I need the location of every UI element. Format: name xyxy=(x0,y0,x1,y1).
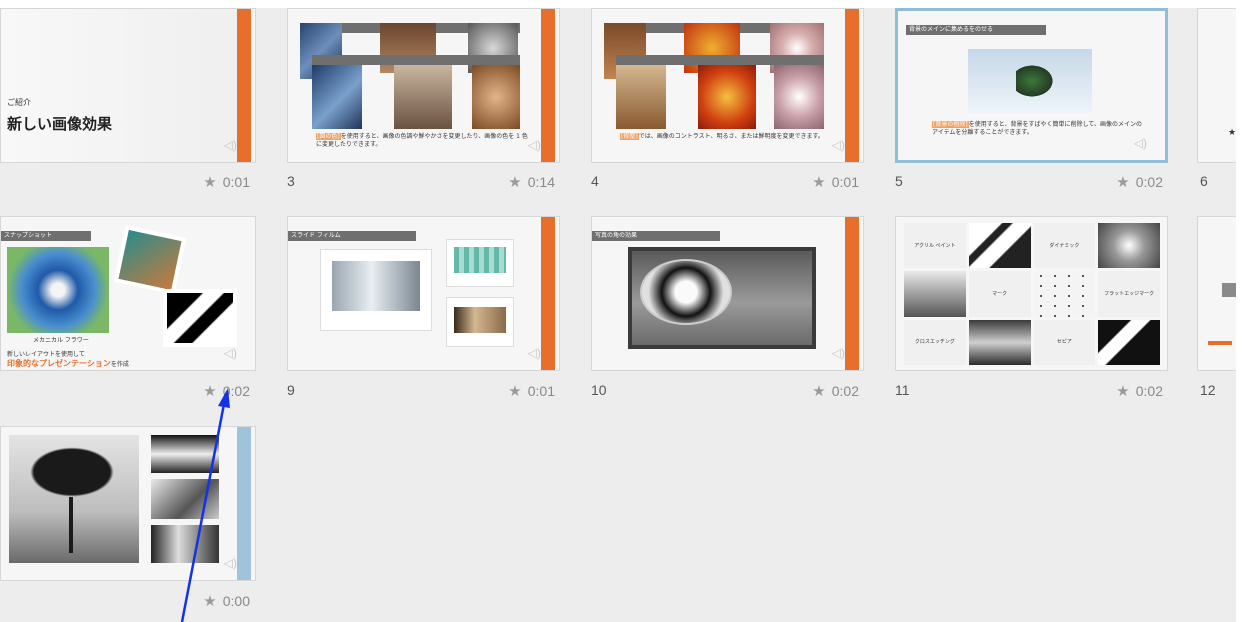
slide-body-text: 印象的なプレゼンテーションを作成 xyxy=(7,359,129,369)
slide-thumbnail-5[interactable]: 背景のメインに集めるをのせる [背景の削除]を使用すると、背景をすばやく簡単に削… xyxy=(895,8,1168,163)
effects-grid: アクリル ペイント ダイナミック マーク フラットエッジマーク クロスエッチング… xyxy=(904,223,1160,365)
hummingbird-icon xyxy=(1016,63,1056,99)
effect-label: ダイナミック xyxy=(1033,223,1096,269)
abstract-photo xyxy=(1098,319,1160,365)
pool-photo xyxy=(454,247,506,273)
slide-body-text: [背景の削除]を使用すると、背景をすばやく簡単に削除して、画像のメインのアイテム… xyxy=(932,121,1142,136)
rose-photo xyxy=(698,65,756,129)
slide-header: スナップショット xyxy=(4,232,53,239)
accent-bar xyxy=(237,9,251,162)
building-photo xyxy=(151,525,219,563)
slide-thumbnail-3[interactable]: [図の色]を使用すると、画像の色調や鮮やかさを変更したり、画像の色を 1 色に変… xyxy=(287,8,560,163)
slide-subtitle: ご紹介 xyxy=(7,98,31,107)
gear-photo xyxy=(454,307,506,333)
leaf-photo xyxy=(968,223,1031,269)
accent-bar xyxy=(845,9,859,162)
slide-duration: ★ 0:02 xyxy=(1116,383,1163,400)
slide-thumbnail-12[interactable] xyxy=(1197,216,1236,371)
slide-duration: ★ 0:00 xyxy=(203,593,250,610)
slide-number: 9 xyxy=(287,382,295,398)
slide-number: 10 xyxy=(591,382,607,398)
bridge-photo xyxy=(151,479,219,519)
slide-duration: ★ 0:01 xyxy=(203,174,250,191)
wood-photo xyxy=(394,65,452,129)
slide-thumbnail-8[interactable]: スナップショット メカニカル フラワー 新しいレイアウトを使用して 印象的なプレ… xyxy=(0,216,256,371)
slide-header: 写真の角の効果 xyxy=(595,232,638,239)
speaker-icon: ◁) xyxy=(1133,136,1147,150)
star-icon: ★ xyxy=(1116,383,1130,400)
gear-photo xyxy=(472,65,520,129)
slide-thumbnail-13[interactable]: ◁) xyxy=(0,426,256,581)
slide-thumbnail-2[interactable]: ご紹介 新しい画像効果 ◁) xyxy=(0,8,256,163)
sign-icon xyxy=(640,259,732,325)
building-photo xyxy=(151,435,219,473)
effect-label: アクリル ペイント xyxy=(904,223,966,269)
slide-duration: ★ 0:02 xyxy=(812,383,859,400)
effect-label: セピア xyxy=(1033,319,1096,365)
bowl-photo xyxy=(904,271,966,317)
slide-thumbnail-4[interactable]: [修整]では、画像のコントラスト、明るさ、または鮮明度を変更できます。 ◁) xyxy=(591,8,864,163)
corridor-photo xyxy=(332,261,420,311)
slide-body-text: [図の色]を使用すると、画像の色調や鮮やかさを変更したり、画像の色を 1 色に変… xyxy=(316,133,528,148)
star-icon: ★ xyxy=(203,174,217,191)
slide-duration: ★ 0:02 xyxy=(203,383,250,400)
speaker-icon: ◁) xyxy=(223,346,237,360)
slide-number: 11 xyxy=(895,382,910,398)
speaker-icon: ◁) xyxy=(831,138,845,152)
flower-photo xyxy=(7,247,109,333)
accent-bar xyxy=(541,9,555,162)
wood-photo xyxy=(616,65,666,129)
star-icon: ★ xyxy=(812,383,826,400)
accent-bar xyxy=(845,217,859,370)
slide-number: 6 xyxy=(1200,173,1208,189)
slide-body-text: [修整]では、画像のコントラスト、明るさ、または鮮明度を変更できます。 xyxy=(620,133,824,140)
architecture-photo xyxy=(312,65,362,129)
slide-title: 新しい画像効果 xyxy=(7,115,113,133)
spiral-photo xyxy=(774,65,824,129)
slide-number: 12 xyxy=(1200,382,1216,398)
star-icon: ★ xyxy=(203,383,217,400)
slide-header: 背景のメインに集めるをのせる xyxy=(909,26,994,33)
dots-photo xyxy=(1033,271,1096,317)
slide-thumbnail-11[interactable]: アクリル ペイント ダイナミック マーク フラットエッジマーク クロスエッチング… xyxy=(895,216,1168,371)
slide-duration: ★ 0:02 xyxy=(1116,174,1163,191)
effect-label: クロスエッチング xyxy=(904,319,966,365)
photo-caption: メカニカル フラワー xyxy=(33,337,89,344)
speaker-icon: ◁) xyxy=(223,138,237,152)
slide-thumbnail-10[interactable]: 写真の角の効果 ◁) xyxy=(591,216,864,371)
star-icon: ★ xyxy=(812,174,826,191)
slide-body-small: 新しいレイアウトを使用して xyxy=(7,351,85,358)
star-icon: ★ xyxy=(508,383,522,400)
gear-photo xyxy=(113,225,187,295)
effect-label: フラットエッジマーク xyxy=(1098,271,1160,317)
star-icon: ★ xyxy=(203,593,217,610)
slide-duration: ★ 0:01 xyxy=(812,174,859,191)
star-icon: ★ xyxy=(1116,174,1130,191)
abstract-photo xyxy=(163,289,237,347)
slide-thumbnail-9[interactable]: スライド フィルム ◁) xyxy=(287,216,560,371)
speaker-icon: ◁) xyxy=(527,138,541,152)
slide-number: 4 xyxy=(591,173,599,189)
accent-bar xyxy=(541,217,555,370)
bridge-photo xyxy=(968,319,1031,365)
slide-number: 3 xyxy=(287,173,295,189)
slide-header: スライド フィルム xyxy=(291,232,341,239)
slide-thumbnail-6[interactable]: ★ xyxy=(1197,8,1236,163)
tree-icon xyxy=(23,443,121,501)
speaker-icon: ◁) xyxy=(223,556,237,570)
speaker-icon: ◁) xyxy=(831,346,845,360)
slide-sorter: ご紹介 新しい画像効果 ◁) ★ 0:01 [図の色]を使用すると、画像の色調や鮮… xyxy=(0,8,1236,622)
accent-bar xyxy=(237,427,251,580)
spiral-photo xyxy=(1098,223,1160,269)
effect-label: マーク xyxy=(968,271,1031,317)
slide-glyph: ★ xyxy=(1228,128,1236,138)
slide-number: 5 xyxy=(895,173,903,189)
slide-duration: ★ 0:14 xyxy=(508,174,555,191)
slide-duration: ★ 0:01 xyxy=(508,383,555,400)
speaker-icon: ◁) xyxy=(527,346,541,360)
star-icon: ★ xyxy=(508,174,522,191)
